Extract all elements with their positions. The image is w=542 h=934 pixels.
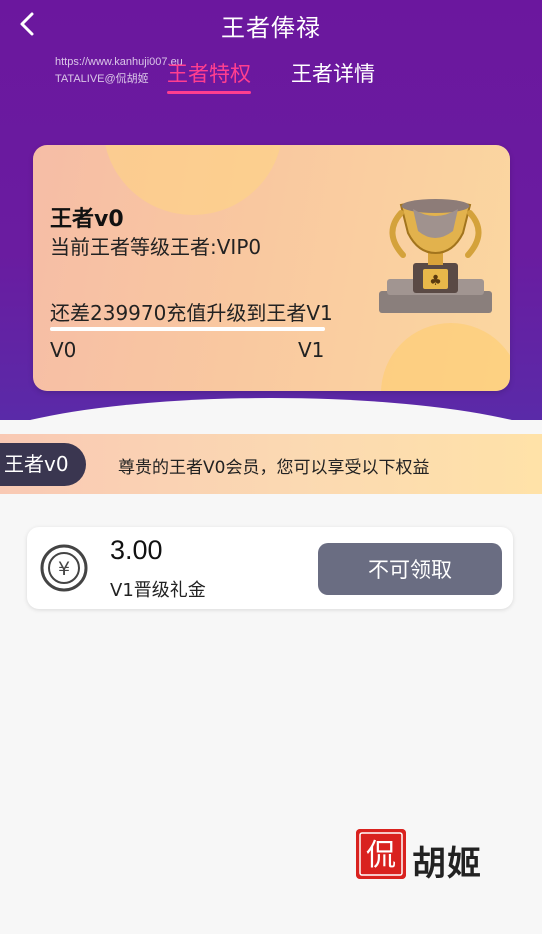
svg-text:♣: ♣ [429,273,442,289]
tab-details[interactable]: 王者详情 [291,58,375,88]
reward-card: ¥ 3.00 V1晋级礼金 不可领取 [27,527,513,609]
current-level-label: V0 [50,338,77,362]
level-progress-fill [50,327,325,331]
level-name: 王者v0 [50,207,124,232]
brand-name: 胡姬 [412,844,482,884]
reward-amount: 3.00 [110,535,163,565]
tab-privilege[interactable]: 王者特权 [167,58,251,94]
watermark-url: https://www.kanhuji007.eu [55,56,183,68]
level-description: 当前王者等级王者:VIP0 [50,235,262,259]
reward-name: V1晋级礼金 [110,580,206,601]
watermark-handle: TATALIVE@侃胡姬 [55,73,149,85]
banner-text: 尊贵的王者V0会员，您可以享受以下权益 [118,458,430,478]
member-banner: 王者v0 尊贵的王者V0会员，您可以享受以下权益 [0,434,542,494]
header-curve [0,398,542,420]
level-progress-bar [50,327,325,331]
yuan-coin-icon: ¥ [40,544,88,592]
level-badge: 王者v0 [0,443,86,486]
watermark: https://www.kanhuji007.eu TATALIVE@侃胡姬 [55,54,183,88]
card-decoration [103,145,283,215]
card-decoration [381,323,510,391]
level-card: 王者v0 当前王者等级王者:VIP0 还差239970充值升级到王者V1 V0 … [33,145,510,391]
upgrade-progress-text: 还差239970充值升级到王者V1 [50,301,333,325]
page-title: 王者俸禄 [221,14,321,42]
next-level-label: V1 [298,338,325,362]
svg-text:侃: 侃 [366,838,396,873]
brand-seal-logo: 侃 [356,829,406,879]
svg-text:¥: ¥ [58,558,70,580]
trophy-icon: ♣ [379,199,492,313]
claim-button[interactable]: 不可领取 [318,543,502,595]
